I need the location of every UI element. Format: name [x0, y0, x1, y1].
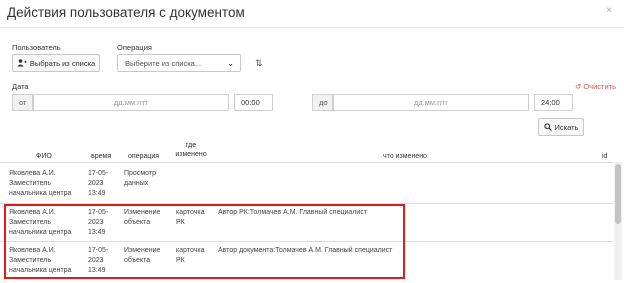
operation-line1: Просмотр	[124, 170, 156, 177]
from-time-input[interactable]: 00:00	[234, 94, 273, 111]
time-clock: 13:49	[88, 190, 106, 197]
dialog-title: Действия пользователя с документом	[7, 5, 245, 20]
fio-department: начальника центра	[9, 190, 72, 197]
table-row[interactable]: Яковлева А.И. Заместитель начальника цен…	[0, 163, 613, 203]
column-header-time: время	[91, 153, 112, 160]
fio-position: Заместитель	[9, 180, 51, 187]
column-header-operation: операция	[128, 153, 160, 160]
cell-time: 17-05- 2023 13:49	[88, 169, 108, 199]
table-scrollbar[interactable]	[614, 162, 622, 280]
title-divider	[0, 27, 624, 28]
fio-name: Яковлева А.И.	[9, 170, 56, 177]
time-year: 2023	[88, 180, 104, 187]
date-label: Дата	[12, 82, 29, 91]
column-header-what: что изменено	[383, 153, 427, 160]
choose-user-button[interactable]: Выбрать из списка	[12, 54, 100, 72]
search-label: Искать	[554, 122, 579, 132]
undo-icon: ↺	[574, 82, 582, 91]
clear-label: Очистить	[583, 82, 616, 91]
to-time-input[interactable]: 24:00	[534, 94, 573, 111]
to-addon: до	[312, 94, 333, 111]
to-date-input[interactable]: дд.мм.гггг	[333, 94, 529, 111]
search-button[interactable]: Искать	[538, 118, 584, 136]
time-date: 17-05-	[88, 170, 109, 177]
cell-operation: Просмотр данных	[124, 169, 156, 189]
operation-line2: данных	[124, 180, 149, 187]
user-plus-icon	[17, 59, 27, 67]
from-date-input[interactable]: дд.мм.гггг	[33, 94, 229, 111]
column-header-id: id	[602, 153, 608, 160]
column-header-fio: ФИО	[36, 153, 52, 160]
column-header-where: где изменено	[174, 141, 208, 159]
chevron-down-icon: ⌄	[227, 59, 234, 68]
clear-filters-link[interactable]: ↺ Очистить	[575, 82, 616, 91]
cell-fio: Яковлева А.И. Заместитель начальника цен…	[9, 169, 71, 199]
column-header-where-line2: изменено	[175, 151, 207, 158]
user-actions-dialog: Действия пользователя с документом × Пол…	[0, 0, 624, 283]
scrollbar-thumb[interactable]	[615, 164, 621, 224]
search-icon	[543, 123, 552, 131]
operation-select[interactable]: Выберите из списка... ⌄	[117, 54, 241, 72]
close-icon[interactable]: ×	[606, 5, 612, 16]
operation-label: Операция	[117, 43, 152, 52]
operation-select-value: Выберите из списка...	[125, 58, 202, 68]
choose-user-label: Выбрать из списка	[29, 58, 96, 68]
highlight-box	[4, 204, 405, 279]
user-label: Пользователь	[12, 43, 61, 52]
column-header-where-line1: где	[185, 142, 197, 149]
from-addon: от	[12, 94, 33, 111]
sort-icon[interactable]: ⇅	[255, 58, 263, 69]
